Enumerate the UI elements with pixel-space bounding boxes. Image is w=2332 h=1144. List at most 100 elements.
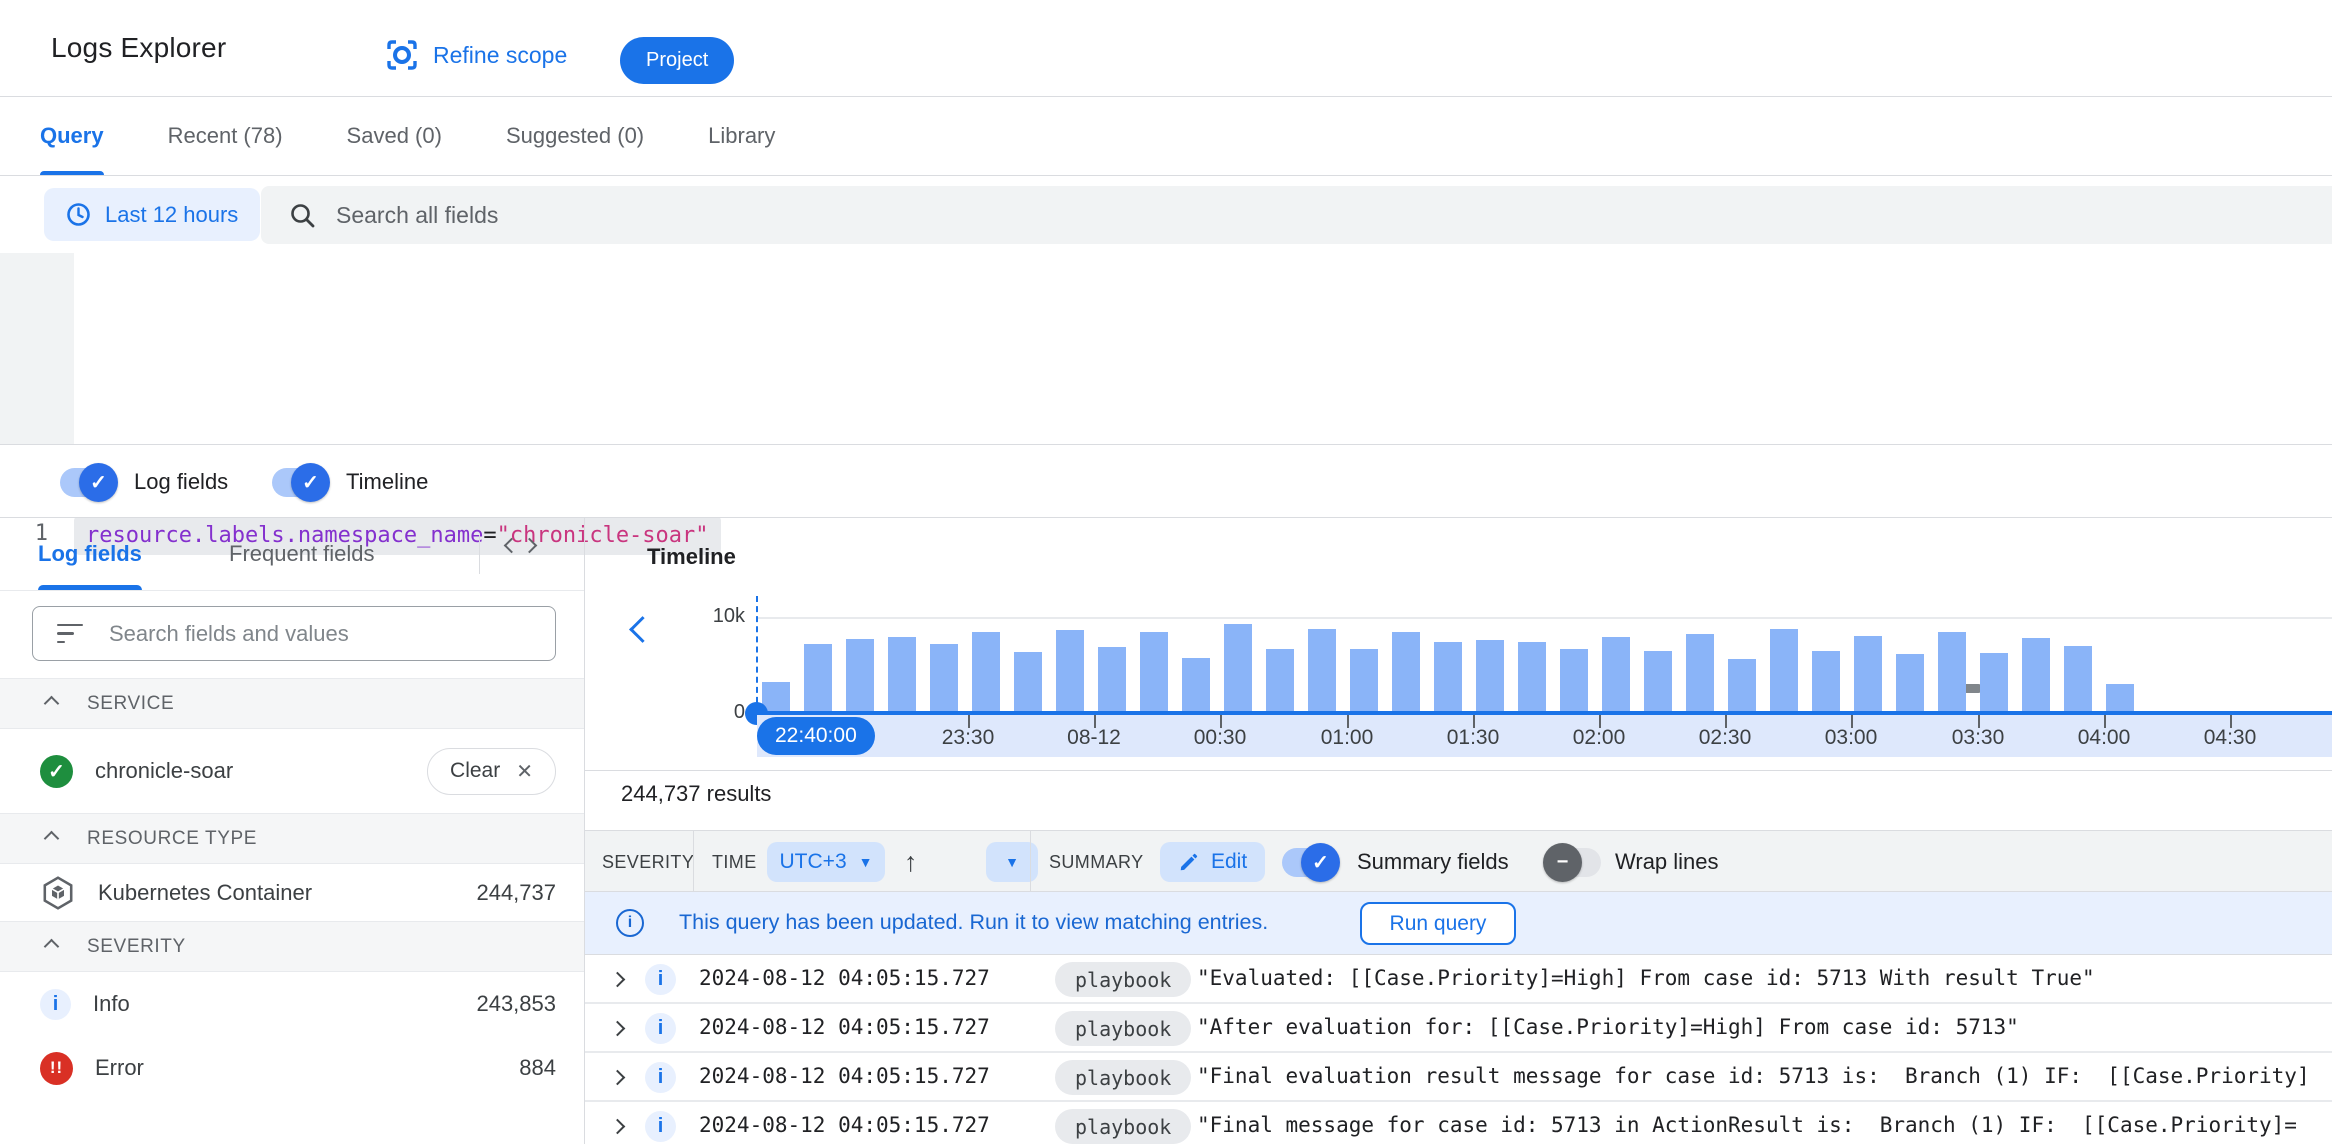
timeline-bar[interactable] [1392, 632, 1420, 713]
log-label-chip[interactable]: playbook [1055, 962, 1192, 997]
timeline-bar[interactable] [1518, 642, 1546, 713]
expand-chevron-icon[interactable] [609, 1069, 626, 1086]
timeline-axis-band[interactable]: 22:40:00 23:30 08-12 00:30 01:00 01:30 02:00 0… [757, 715, 2332, 757]
fields-search-input[interactable] [109, 620, 555, 647]
tab-library[interactable]: Library [708, 97, 775, 175]
toolbar-divider [693, 831, 694, 893]
info-icon: i [616, 909, 644, 937]
timeline-bar[interactable] [1980, 653, 2008, 713]
log-entry-row[interactable]: i 2024-08-12 04:05:15.727 playbook "Evaluat… [585, 955, 2332, 1004]
search-icon [289, 202, 316, 229]
timeline-bar[interactable] [1896, 654, 1924, 713]
refine-scope-button[interactable]: Refine scope [385, 38, 567, 72]
field-value-row[interactable]: ✓ chronicle-soar Clear ✕ [0, 729, 584, 813]
log-entry-row[interactable]: i 2024-08-12 04:05:15.727 playbook "After e… [585, 1004, 2332, 1053]
timeline-bar[interactable] [1812, 651, 1840, 713]
query-updated-banner: i This query has been updated. Run it to… [585, 892, 2332, 955]
log-label-chip[interactable]: playbook [1055, 1060, 1192, 1095]
panel-collapse-button[interactable] [503, 537, 538, 554]
timeline-bar[interactable] [1476, 640, 1504, 713]
timeline-bar[interactable] [930, 644, 958, 713]
fields-tab-log-fields[interactable]: Log fields [38, 518, 142, 590]
summary-fields-toggle[interactable]: ✓ [1282, 842, 1340, 882]
timeline-toggle[interactable]: ✓ [272, 462, 330, 502]
tab-suggested-0[interactable]: Suggested (0) [506, 97, 644, 175]
summary-fields-label: Summary fields [1357, 849, 1509, 874]
field-value-row[interactable]: !! Error 884 [0, 1036, 584, 1100]
x-axis-label: 03:00 [1824, 726, 1878, 749]
timeline-bar[interactable] [1686, 634, 1714, 713]
tab-label: Saved (0) [346, 123, 442, 148]
log-fields-toggle[interactable]: ✓ [60, 462, 118, 502]
expand-chevron-icon[interactable] [609, 1118, 626, 1135]
edit-summary-button[interactable]: Edit [1160, 842, 1266, 882]
run-query-button[interactable]: Run query [1360, 902, 1516, 945]
info-severity-icon: i [40, 988, 71, 1020]
timeline-bar[interactable] [2064, 646, 2092, 713]
sort-ascending-icon[interactable]: ↑ [904, 847, 918, 878]
expand-chevron-icon[interactable] [609, 1020, 626, 1037]
time-range-label: Last 12 hours [105, 201, 239, 227]
search-all-fields-input[interactable] [336, 201, 2332, 229]
log-label-chip[interactable]: playbook [1055, 1109, 1192, 1144]
tab-recent-78[interactable]: Recent (78) [168, 97, 283, 175]
timeline-bar[interactable] [1308, 629, 1336, 713]
expand-chevron-icon[interactable] [609, 971, 626, 988]
timeline-bar[interactable] [1644, 651, 1672, 713]
field-value-row[interactable]: i Info 243,853 [0, 972, 584, 1036]
timeline-bar[interactable] [1014, 652, 1042, 713]
timeline-bar[interactable] [804, 644, 832, 713]
section-title: RESOURCE TYPE [87, 827, 258, 849]
timeline-chart[interactable] [757, 617, 2332, 713]
wrap-lines-toggle[interactable]: − [1543, 842, 1601, 882]
timeline-bar[interactable] [888, 637, 916, 713]
timeline-bar[interactable] [972, 632, 1000, 713]
timeline-bar[interactable] [1854, 636, 1882, 713]
tab-label: Recent (78) [167, 123, 283, 148]
section-header-severity[interactable]: SEVERITY [0, 921, 584, 972]
clear-filter-button[interactable]: Clear ✕ [427, 747, 556, 795]
x-axis-label: 01:30 [1446, 726, 1500, 749]
active-fields-tab-underline [38, 585, 142, 590]
timeline-bar[interactable] [1770, 629, 1798, 713]
timeline-bar[interactable] [846, 639, 874, 713]
fields-sections: SERVICE ✓ chronicle-soar Clear ✕ RESOURCE TYP… [0, 678, 584, 1100]
log-entry-row[interactable]: i 2024-08-12 04:05:15.727 playbook "Final e… [585, 1053, 2332, 1102]
timeline-bar[interactable] [1350, 649, 1378, 713]
timeline-bar[interactable] [1938, 632, 1966, 713]
page-title: Logs Explorer [51, 32, 227, 63]
timeline-bar[interactable] [1140, 632, 1168, 713]
log-fields-panel: Log fields Frequent fields SERVICE ✓ chroni… [0, 518, 585, 1144]
timezone-selector[interactable]: UTC+3 ▼ [767, 842, 885, 882]
tab-label: Suggested (0) [505, 123, 645, 148]
log-entry-row[interactable]: i 2024-08-12 04:05:15.727 playbook "Final m… [585, 1102, 2332, 1144]
timeline-title: Timeline [647, 544, 736, 569]
tab-saved-0[interactable]: Saved (0) [347, 97, 442, 175]
section-header-service[interactable]: SERVICE [0, 678, 584, 729]
query-editor[interactable]: 1 resource.labels.namespace_name = "chroni… [0, 253, 2332, 693]
scope-badge[interactable]: Project [620, 37, 735, 84]
timeline-bar[interactable] [1182, 658, 1210, 713]
timeline-bar[interactable] [1602, 637, 1630, 713]
log-timestamp: 2024-08-12 04:05:15.727 [699, 1113, 990, 1137]
tab-query[interactable]: Query [40, 97, 104, 175]
timeline-pan-left-button[interactable] [629, 616, 656, 643]
log-label-chip[interactable]: playbook [1055, 1011, 1192, 1046]
timeline-bar[interactable] [1098, 647, 1126, 713]
timeline-bar[interactable] [2106, 684, 2134, 713]
refine-scope-icon [385, 38, 419, 72]
time-range-button[interactable]: Last 12 hours [44, 188, 261, 241]
timeline-bar[interactable] [1266, 649, 1294, 713]
field-value-row[interactable]: Kubernetes Container 244,737 [0, 864, 584, 921]
section-title: SEVERITY [87, 935, 186, 957]
section-header-resource-type[interactable]: RESOURCE TYPE [0, 813, 584, 864]
timeline-bar[interactable] [1056, 630, 1084, 713]
fields-panel-tabs: Log fields Frequent fields [0, 518, 584, 591]
timeline-bar[interactable] [1728, 659, 1756, 713]
timeline-bar[interactable] [1434, 642, 1462, 713]
timeline-bar[interactable] [1224, 624, 1252, 713]
x-axis-label: 08-12 [1067, 726, 1121, 749]
fields-tab-frequent-fields[interactable]: Frequent fields [229, 518, 375, 590]
timeline-bar[interactable] [2022, 638, 2050, 713]
timeline-bar[interactable] [1560, 649, 1588, 713]
